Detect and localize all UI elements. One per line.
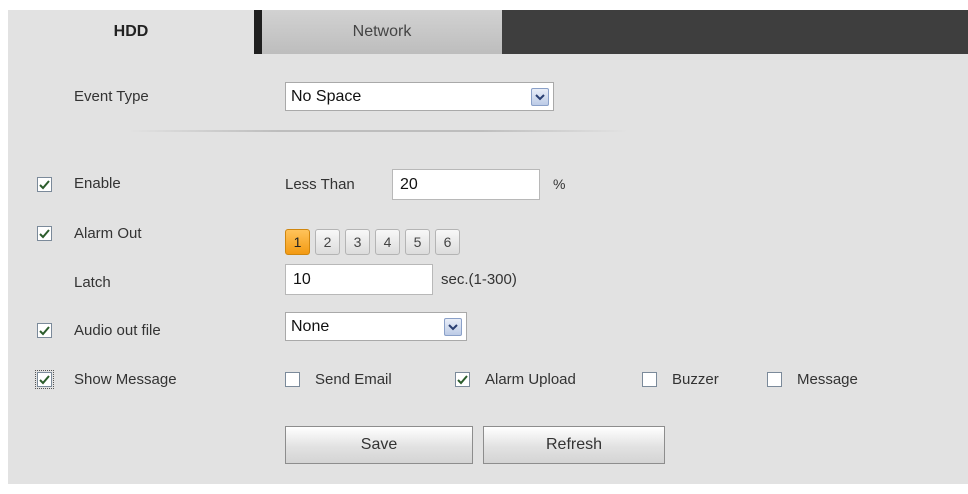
alarm-upload-checkbox[interactable] [455, 372, 470, 387]
tab-network[interactable]: Network [262, 10, 502, 54]
alarm-upload-label: Alarm Upload [485, 371, 576, 388]
alarm-out-label: Alarm Out [74, 225, 142, 242]
alarm-channel-3[interactable]: 3 [345, 229, 370, 255]
chevron-down-icon[interactable] [444, 318, 462, 336]
buzzer-label: Buzzer [672, 371, 719, 388]
audio-out-checkbox[interactable] [37, 323, 52, 338]
latch-unit: sec.(1-300) [441, 271, 517, 288]
refresh-button[interactable]: Refresh [483, 426, 665, 464]
send-email-label: Send Email [315, 371, 392, 388]
show-message-checkbox[interactable] [35, 370, 54, 389]
alarm-channel-6[interactable]: 6 [435, 229, 460, 255]
alarm-channel-1[interactable]: 1 [285, 229, 310, 255]
check-icon [39, 325, 50, 335]
tab-divider [254, 10, 262, 54]
event-type-label: Event Type [74, 88, 149, 105]
check-icon [39, 374, 50, 384]
alarm-channel-2[interactable]: 2 [315, 229, 340, 255]
save-button[interactable]: Save [285, 426, 473, 464]
chevron-down-icon[interactable] [531, 88, 549, 106]
alarm-channel-4[interactable]: 4 [375, 229, 400, 255]
event-type-value: No Space [291, 87, 362, 105]
threshold-value: 20 [400, 175, 418, 193]
alarm-out-checkbox[interactable] [37, 226, 52, 241]
buzzer-checkbox[interactable] [642, 372, 657, 387]
save-button-label: Save [360, 436, 398, 453]
latch-value: 10 [293, 270, 311, 288]
send-email-checkbox[interactable] [285, 372, 300, 387]
percent-unit: % [553, 176, 566, 192]
check-icon [457, 374, 468, 384]
tab-hdd[interactable]: HDD [8, 10, 254, 54]
latch-input[interactable]: 10 [285, 264, 433, 295]
section-divider [128, 130, 628, 132]
check-icon [39, 228, 50, 238]
tab-bar: HDD Network [8, 10, 968, 54]
audio-out-select[interactable]: None [285, 312, 467, 341]
event-type-select[interactable]: No Space [285, 82, 554, 111]
check-icon [39, 179, 50, 189]
message-checkbox[interactable] [767, 372, 782, 387]
threshold-input[interactable]: 20 [392, 169, 540, 200]
audio-out-value: None [291, 317, 330, 335]
tab-hdd-label: HDD [113, 23, 149, 40]
show-message-label: Show Message [74, 371, 177, 388]
message-label: Message [797, 371, 858, 388]
hdd-settings-panel: HDD Network Event Type No Space Enable L… [8, 10, 968, 484]
enable-checkbox[interactable] [37, 177, 52, 192]
latch-label: Latch [74, 274, 111, 291]
refresh-button-label: Refresh [545, 436, 603, 453]
alarm-channel-5[interactable]: 5 [405, 229, 430, 255]
audio-out-label: Audio out file [74, 322, 161, 339]
enable-label: Enable [74, 175, 121, 192]
tab-network-label: Network [352, 23, 412, 40]
less-than-label: Less Than [285, 176, 355, 193]
